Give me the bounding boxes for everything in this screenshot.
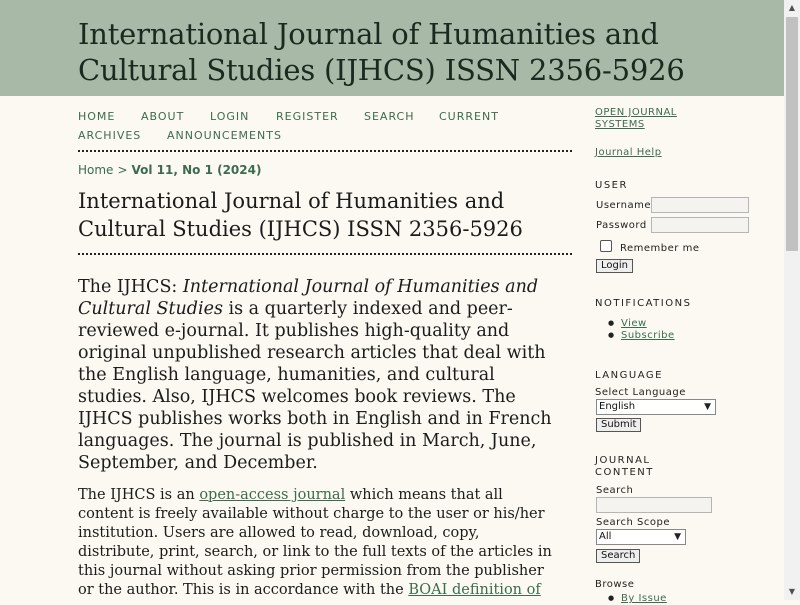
password-field[interactable] — [651, 217, 749, 233]
intro-body: is a quarterly indexed and peer-reviewed… — [78, 299, 552, 473]
chevron-down-icon: ▼ — [674, 532, 681, 542]
breadcrumb-home[interactable]: Home — [78, 163, 113, 177]
language-submit-button[interactable]: Submit — [596, 418, 642, 432]
nav-search[interactable]: SEARCH — [364, 110, 415, 123]
scroll-up-icon[interactable]: ▲ — [784, 0, 800, 16]
remember-me-checkbox[interactable] — [600, 240, 612, 252]
scope-selected: All — [599, 531, 612, 542]
notifications-title: NOTIFICATIONS — [595, 298, 692, 309]
select-language-label: Select Language — [595, 387, 686, 398]
journal-content-title: JOURNAL CONTENT — [595, 455, 654, 478]
bullet-icon: ● — [608, 594, 615, 602]
search-scope-select[interactable]: All ▼ — [596, 529, 686, 545]
nav-home[interactable]: HOME — [78, 110, 115, 123]
site-title: International Journal of Humanities and … — [78, 17, 685, 87]
boai-link[interactable]: BOAI definition of — [408, 582, 540, 598]
heading-divider — [78, 253, 572, 255]
username-label: Username — [596, 200, 651, 211]
nav-announcements[interactable]: ANNOUNCEMENTS — [167, 129, 282, 142]
login-button[interactable]: Login — [596, 259, 633, 273]
access-lead: The IJHCS is an — [78, 487, 200, 503]
notifications-subscribe-link[interactable]: Subscribe — [621, 330, 675, 342]
search-scope-label: Search Scope — [596, 517, 670, 528]
breadcrumb-separator: > — [117, 163, 128, 177]
language-selected: English — [599, 401, 636, 412]
nav-divider — [78, 150, 572, 152]
open-access-link[interactable]: open-access journal — [199, 487, 345, 503]
chevron-down-icon: ▼ — [704, 402, 711, 412]
breadcrumb: Home > Vol 11, No 1 (2024) — [78, 163, 261, 177]
page-title: International Journal of Humanities and … — [78, 189, 523, 241]
bullet-icon: ● — [608, 331, 615, 339]
user-block-title: USER — [595, 180, 628, 191]
username-field[interactable] — [651, 197, 749, 213]
nav-current[interactable]: CURRENT — [439, 110, 499, 123]
browse-by-issue-link[interactable]: By Issue — [621, 593, 667, 605]
password-label: Password — [596, 220, 647, 231]
vertical-scrollbar[interactable]: ▲ ▼ — [784, 0, 800, 600]
nav-login[interactable]: LOGIN — [210, 110, 249, 123]
search-label: Search — [596, 485, 634, 496]
notifications-view-link[interactable]: View — [621, 318, 647, 330]
intro-paragraph: The IJHCS: International Journal of Huma… — [78, 276, 558, 474]
journal-help-link[interactable]: Journal Help — [595, 147, 662, 159]
nav-about[interactable]: ABOUT — [141, 110, 184, 123]
bullet-icon: ● — [608, 319, 615, 327]
open-access-paragraph: The IJHCS is an open-access journal whic… — [78, 486, 558, 600]
nav-archives[interactable]: ARCHIVES — [78, 129, 141, 142]
language-title: LANGUAGE — [595, 370, 663, 381]
remember-me-label: Remember me — [620, 243, 700, 254]
search-input[interactable] — [596, 497, 712, 513]
site-header: International Journal of Humanities and … — [0, 0, 784, 96]
browse-label: Browse — [595, 579, 635, 590]
scroll-thumb[interactable] — [786, 17, 798, 251]
language-select[interactable]: English ▼ — [596, 399, 716, 415]
intro-lead: The IJHCS: — [78, 277, 183, 297]
nav-register[interactable]: REGISTER — [276, 110, 339, 123]
breadcrumb-current[interactable]: Vol 11, No 1 (2024) — [132, 163, 262, 177]
scroll-down-icon[interactable]: ▼ — [784, 584, 800, 600]
search-button[interactable]: Search — [596, 549, 641, 563]
ojs-link[interactable]: OPEN JOURNAL SYSTEMS — [595, 107, 695, 131]
